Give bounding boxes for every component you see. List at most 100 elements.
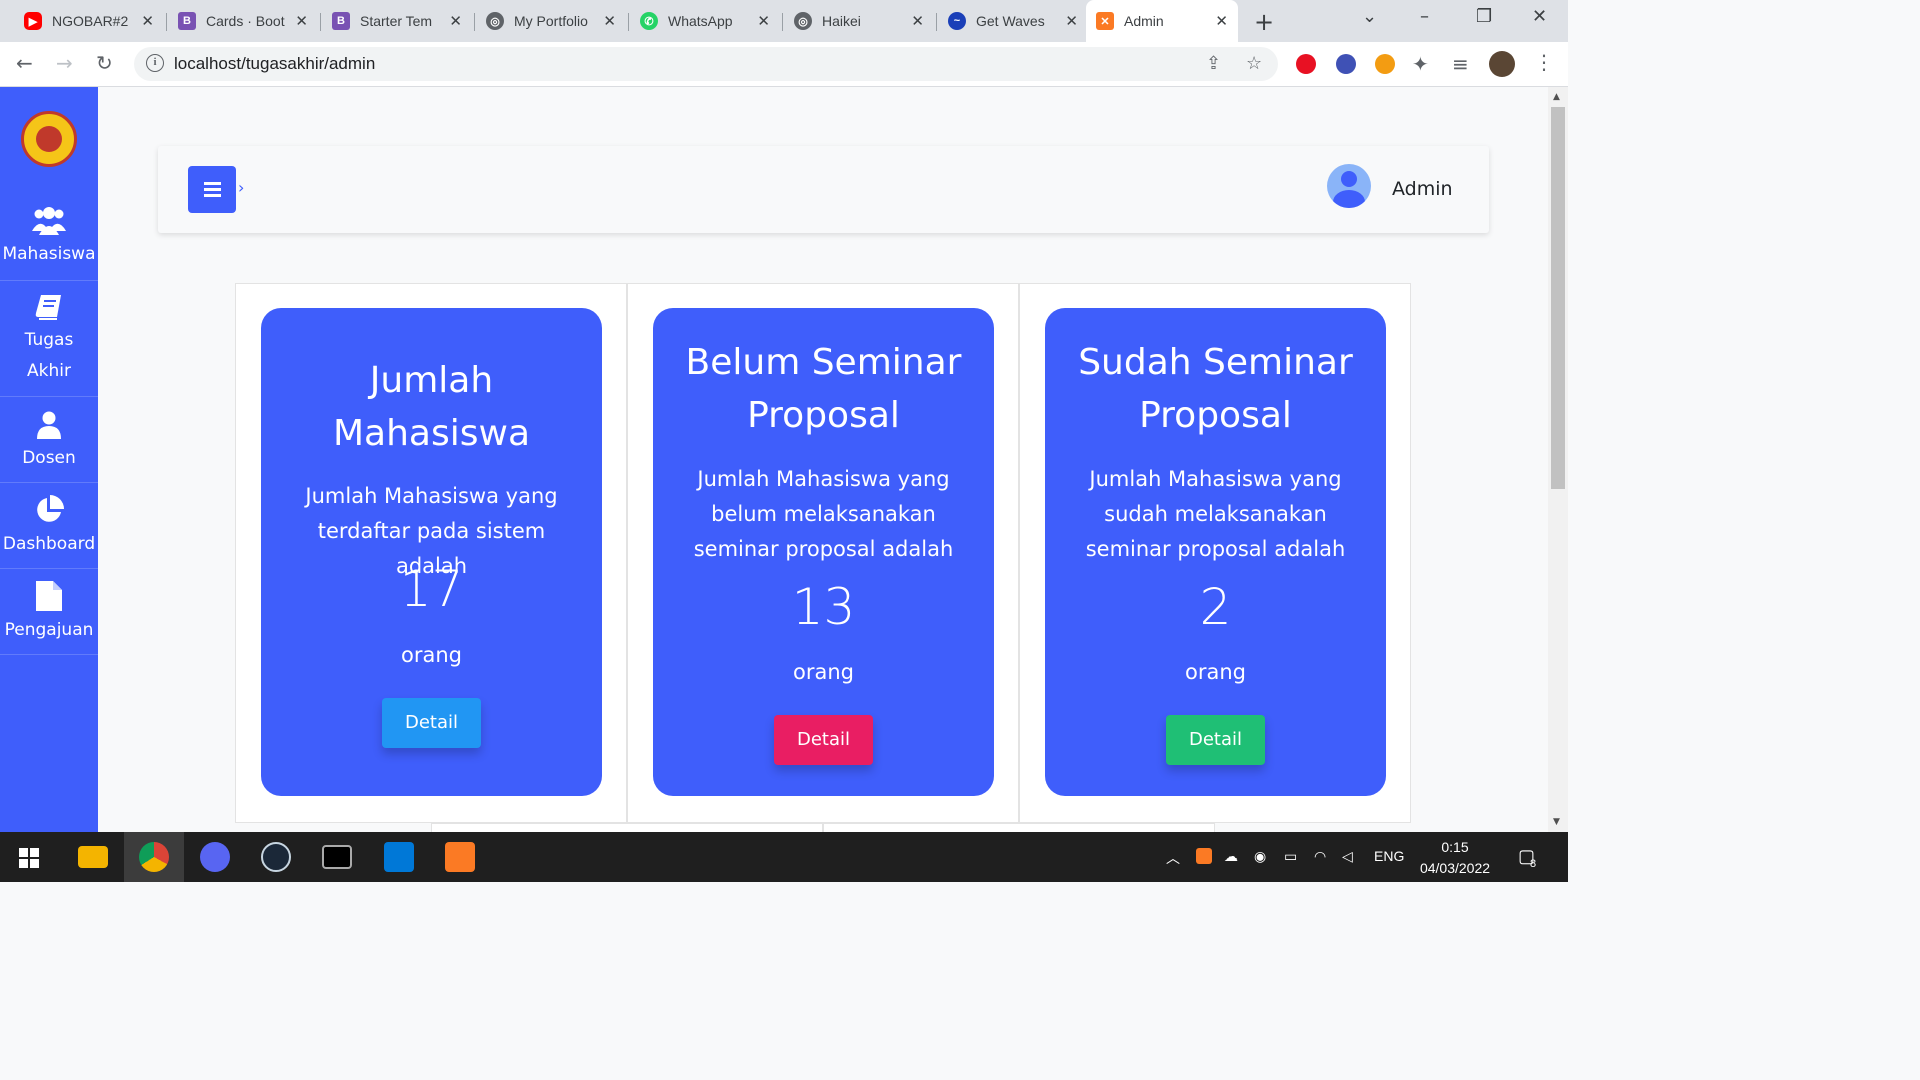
tab-title: WhatsApp xyxy=(668,13,733,29)
file-explorer-icon[interactable] xyxy=(78,846,108,868)
forward-icon[interactable]: → xyxy=(56,51,73,75)
scrollbar-thumb[interactable] xyxy=(1551,107,1565,489)
clock-date: 04/03/2022 xyxy=(1419,860,1491,876)
card-count: 2 xyxy=(1199,578,1232,636)
chrome-icon[interactable] xyxy=(139,842,169,872)
system-clock[interactable]: 0:15 04/03/2022 xyxy=(1410,837,1500,879)
address-bar[interactable]: i localhost/tugasakhir/admin ⇪ ☆ xyxy=(134,47,1278,81)
site-info-icon[interactable]: i xyxy=(146,54,164,72)
battery-icon[interactable]: ▭ xyxy=(1284,848,1297,865)
share-icon[interactable]: ⇪ xyxy=(1206,53,1221,74)
sidebar: Mahasiswa Tugas Akhir Dosen Dashboard Pe… xyxy=(0,87,98,832)
vscode-icon[interactable] xyxy=(384,842,414,872)
extensions-puzzle-icon[interactable]: ✦ xyxy=(1412,52,1429,76)
steam-icon[interactable] xyxy=(261,842,291,872)
browser-tab[interactable]: B Starter Tem ✕ xyxy=(320,4,472,38)
scroll-up-icon[interactable]: ▲ xyxy=(1553,92,1560,102)
minimize-icon[interactable]: – xyxy=(1420,6,1429,27)
windows-taskbar: ︿ ☁ ◉ ▭ ◠ ◁ ENG 0:15 04/03/2022 ▢ 8 xyxy=(0,832,1568,882)
card-description: Jumlah Mahasiswa yang xyxy=(305,484,558,508)
browser-menu-icon[interactable]: ⋮ xyxy=(1534,50,1554,74)
card-description: Jumlah Mahasiswa yang xyxy=(1089,467,1342,491)
bookmark-star-icon[interactable]: ☆ xyxy=(1246,53,1262,74)
discord-tray-icon[interactable]: ◉ xyxy=(1254,848,1266,865)
language-indicator[interactable]: ENG xyxy=(1374,848,1404,864)
sidebar-item-label: Tugas Akhir xyxy=(24,330,74,381)
close-tab-icon[interactable]: ✕ xyxy=(449,12,462,30)
close-tab-icon[interactable]: ✕ xyxy=(1215,12,1228,30)
media-control-icon[interactable]: ≡ xyxy=(1452,52,1469,76)
extension-icon[interactable] xyxy=(1336,54,1356,74)
detail-button[interactable]: Detail xyxy=(1166,715,1265,765)
avatar[interactable] xyxy=(1327,164,1371,208)
detail-button[interactable]: Detail xyxy=(382,698,481,748)
adblock-extension-icon[interactable] xyxy=(1296,54,1316,74)
youtube-icon: ▶ xyxy=(24,12,42,30)
close-tab-icon[interactable]: ✕ xyxy=(295,12,308,30)
back-icon[interactable]: ← xyxy=(16,51,33,75)
stat-card-jumlah-mahasiswa: Jumlah Mahasiswa Jumlah Mahasiswa yang t… xyxy=(261,308,602,796)
show-hidden-icons-icon[interactable]: ︿ xyxy=(1166,848,1180,868)
stats-column: Jumlah Mahasiswa Jumlah Mahasiswa yang t… xyxy=(235,283,627,823)
page-scrollbar[interactable]: ▲ ▼ xyxy=(1548,87,1568,832)
wifi-icon[interactable]: ◠ xyxy=(1314,848,1326,865)
stats-column: Belum Seminar Proposal Jumlah Mahasiswa … xyxy=(627,283,1019,823)
sidebar-item-tugas-akhir[interactable]: Tugas Akhir xyxy=(0,281,98,397)
card-title: Mahasiswa xyxy=(332,413,530,454)
url-text[interactable]: localhost/tugasakhir/admin xyxy=(174,54,375,74)
stats-column: Sudah Seminar Proposal Jumlah Mahasiswa … xyxy=(1019,283,1411,823)
close-tab-icon[interactable]: ✕ xyxy=(757,12,770,30)
close-tab-icon[interactable]: ✕ xyxy=(603,12,616,30)
close-tab-icon[interactable]: ✕ xyxy=(141,12,154,30)
sidebar-item-dashboard[interactable]: Dashboard xyxy=(0,483,98,569)
browser-tab[interactable]: ◎ My Portfolio ✕ xyxy=(474,4,626,38)
card-title: Jumlah xyxy=(369,360,494,401)
sidebar-item-label: Dosen xyxy=(22,448,76,468)
browser-tab[interactable]: ◎ Haikei ✕ xyxy=(782,4,934,38)
extension-icon[interactable] xyxy=(1375,54,1395,74)
user-name[interactable]: Admin xyxy=(1392,178,1453,200)
windows-start-icon[interactable] xyxy=(19,848,39,868)
profile-avatar[interactable] xyxy=(1489,51,1515,77)
browser-toolbar: ← → ↻ i localhost/tugasakhir/admin ⇪ ☆ ✦… xyxy=(0,42,1568,87)
close-window-icon[interactable]: ✕ xyxy=(1532,6,1547,27)
university-logo xyxy=(21,111,77,167)
xampp-icon: ✕ xyxy=(1096,12,1114,30)
sidebar-item-label: Dashboard xyxy=(2,534,96,554)
volume-icon[interactable]: ◁ xyxy=(1342,848,1353,865)
tab-title: Starter Tem xyxy=(360,13,433,29)
browser-tab[interactable]: ✆ WhatsApp ✕ xyxy=(628,4,780,38)
sidebar-item-dosen[interactable]: Dosen xyxy=(0,397,98,483)
new-tab-icon[interactable]: + xyxy=(1254,8,1274,36)
stats-container: Jumlah Mahasiswa Jumlah Mahasiswa yang t… xyxy=(235,283,1411,823)
card-description: seminar proposal adalah xyxy=(693,537,954,561)
close-tab-icon[interactable]: ✕ xyxy=(1065,12,1078,30)
browser-tab[interactable]: B Cards · Boot ✕ xyxy=(166,4,318,38)
sidebar-toggle-button[interactable] xyxy=(188,166,236,213)
xampp-tray-icon[interactable] xyxy=(1196,848,1212,864)
file-icon xyxy=(36,581,62,611)
sidebar-item-label: Pengajuan xyxy=(4,620,94,640)
reload-icon[interactable]: ↻ xyxy=(96,51,113,75)
close-tab-icon[interactable]: ✕ xyxy=(911,12,924,30)
notification-count-badge: 8 xyxy=(1530,858,1537,870)
tab-title: My Portfolio xyxy=(514,13,588,29)
discord-icon[interactable] xyxy=(200,842,230,872)
sidebar-item-mahasiswa[interactable]: Mahasiswa xyxy=(0,195,98,281)
bootstrap-icon: B xyxy=(178,12,196,30)
tab-search-icon[interactable]: ⌄ xyxy=(1362,6,1377,27)
user-icon xyxy=(37,411,61,439)
tab-title: Haikei xyxy=(822,13,861,29)
restore-icon[interactable]: ❐ xyxy=(1476,6,1492,27)
users-icon xyxy=(32,207,66,235)
browser-tab[interactable]: ~ Get Waves ✕ xyxy=(936,4,1088,38)
sidebar-item-pengajuan[interactable]: Pengajuan xyxy=(0,569,98,655)
cloud-icon[interactable]: ☁ xyxy=(1224,848,1238,865)
terminal-icon[interactable] xyxy=(322,845,352,869)
browser-tab-active[interactable]: ✕ Admin ✕ xyxy=(1086,0,1238,42)
xampp-icon[interactable] xyxy=(445,842,475,872)
scroll-down-icon[interactable]: ▼ xyxy=(1553,817,1560,827)
hamburger-icon xyxy=(203,182,221,185)
browser-tab[interactable]: ▶ NGOBAR#2 ✕ xyxy=(14,4,164,38)
detail-button[interactable]: Detail xyxy=(774,715,873,765)
